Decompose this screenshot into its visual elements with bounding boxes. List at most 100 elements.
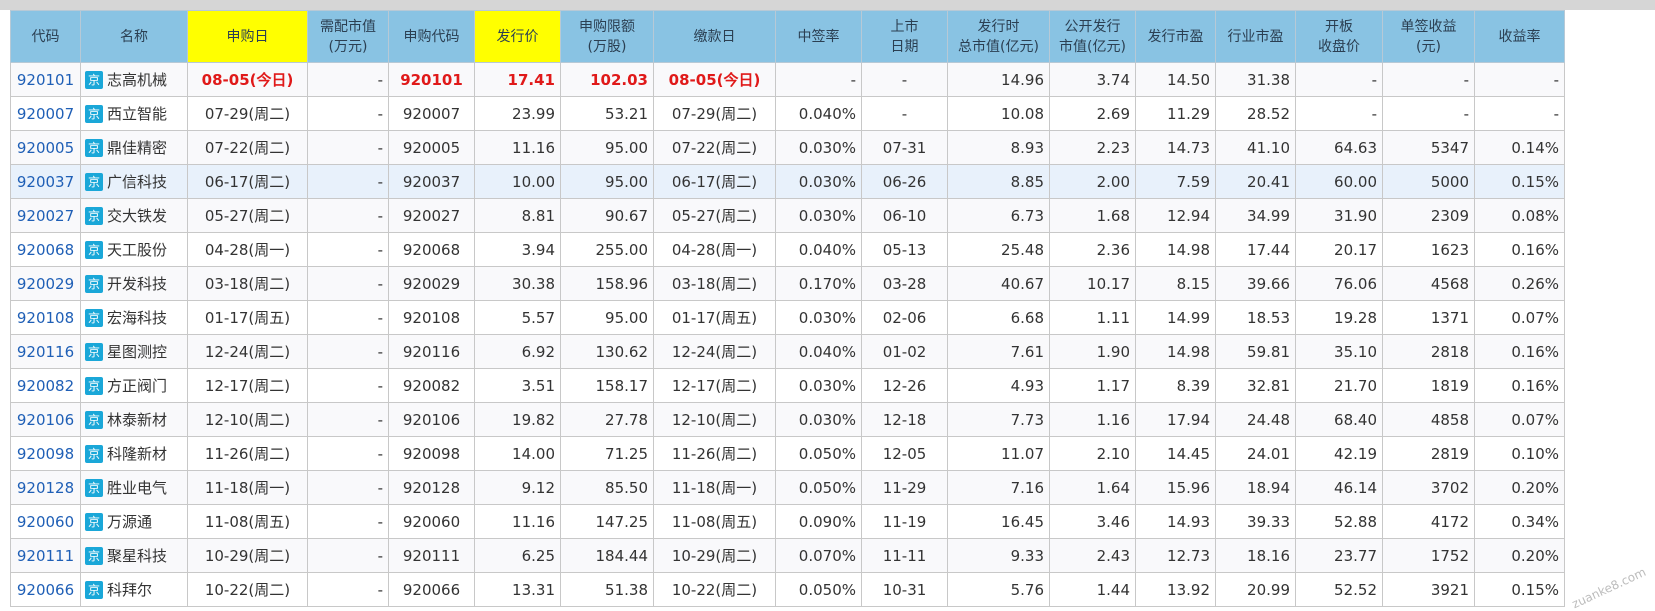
- column-header-win-rate[interactable]: 中签率: [775, 10, 862, 63]
- cell-code: 920005: [10, 130, 81, 165]
- column-header-pay-date[interactable]: 缴款日: [653, 10, 776, 63]
- table-row[interactable]: 920101 京志高机械 08-05(今日) -920101 17.41 102.03 08…: [10, 62, 1565, 97]
- stock-name: 开发科技: [107, 275, 168, 293]
- exchange-badge: 京: [85, 275, 103, 293]
- stock-code-link[interactable]: 920005: [17, 139, 74, 157]
- cell-ind-pe: 18.94: [1215, 470, 1296, 505]
- stock-code-link[interactable]: 920128: [17, 479, 74, 497]
- cell-profit: -: [1382, 96, 1475, 131]
- column-header-name[interactable]: 名称: [80, 10, 188, 63]
- table-row[interactable]: 920116 京星图测控 12-24(周二) -920116 6.92 130.62 12-…: [10, 334, 1565, 369]
- table-row[interactable]: 920027 京交大铁发 05-27(周二) -920027 8.81 90.67 05-2…: [10, 198, 1565, 233]
- table-row[interactable]: 920128 京胜业电气 11-18(周一) -920128 9.12 85.50 11-1…: [10, 470, 1565, 505]
- cell-win-rate: 0.040%: [775, 232, 862, 267]
- column-header-profit[interactable]: 单签收益 (元): [1382, 10, 1475, 63]
- cell-win-rate: -: [775, 62, 862, 97]
- table-row[interactable]: 920066 京科拜尔 10-22(周二) -920066 13.31 51.38 10-2…: [10, 572, 1565, 607]
- cell-sub-date: 12-17(周二): [187, 368, 308, 403]
- table-row[interactable]: 920037 京广信科技 06-17(周二) -920037 10.00 95.00 06-…: [10, 164, 1565, 199]
- table-row[interactable]: 920068 京天工股份 04-28(周一) -920068 3.94 255.00 04-…: [10, 232, 1565, 267]
- stock-code-link[interactable]: 920007: [17, 105, 74, 123]
- stock-name: 科拜尔: [107, 581, 153, 599]
- cell-public-mv: 1.90: [1049, 334, 1136, 369]
- table-header-row: 代码 名称 申购日 需配市值 (万元) 申购代码 发行价 申购限额 (万股) 缴款日 中签率 上市 日期…: [10, 10, 1565, 63]
- column-header-pe[interactable]: 发行市盈: [1135, 10, 1216, 63]
- cell-list-date: 03-28: [861, 266, 948, 301]
- cell-name: 京星图测控: [80, 334, 188, 369]
- stock-name: 林泰新材: [107, 411, 168, 429]
- column-header-price[interactable]: 发行价: [474, 10, 561, 63]
- cell-win-rate: 0.030%: [775, 402, 862, 437]
- stock-code-link[interactable]: 920108: [17, 309, 74, 327]
- cell-need-mv: -: [307, 470, 389, 505]
- cell-need-mv: -: [307, 198, 389, 233]
- stock-code-link[interactable]: 920098: [17, 445, 74, 463]
- cell-sub-code: 920007: [388, 96, 475, 131]
- stock-code-link[interactable]: 920068: [17, 241, 74, 259]
- cell-list-date: 12-18: [861, 402, 948, 437]
- table-row[interactable]: 920082 京方正阀门 12-17(周二) -920082 3.51 158.17 12-…: [10, 368, 1565, 403]
- cell-pe: 15.96: [1135, 470, 1216, 505]
- column-header-limit[interactable]: 申购限额 (万股): [560, 10, 654, 63]
- cell-pay-date: 01-17(周五): [653, 300, 776, 335]
- cell-limit: 71.25: [560, 436, 654, 471]
- column-header-open-price[interactable]: 开板 收盘价: [1295, 10, 1383, 63]
- cell-price: 6.25: [474, 538, 561, 573]
- column-header-need-mv[interactable]: 需配市值 (万元): [307, 10, 389, 63]
- cell-price: 8.81: [474, 198, 561, 233]
- column-header-sub-date[interactable]: 申购日: [187, 10, 308, 63]
- cell-need-mv: -: [307, 62, 389, 97]
- cell-sub-code: 920027: [388, 198, 475, 233]
- cell-public-mv: 10.17: [1049, 266, 1136, 301]
- column-header-total-mv[interactable]: 发行时 总市值(亿元): [947, 10, 1050, 63]
- table-row[interactable]: 920029 京开发科技 03-18(周二) -920029 30.38 158.96 03…: [10, 266, 1565, 301]
- stock-code-link[interactable]: 920106: [17, 411, 74, 429]
- stock-code-link[interactable]: 920066: [17, 581, 74, 599]
- stock-code-link[interactable]: 920037: [17, 173, 74, 191]
- stock-code-link[interactable]: 920027: [17, 207, 74, 225]
- table-row[interactable]: 920060 京万源通 11-08(周五) -920060 11.16 147.25 11-…: [10, 504, 1565, 539]
- table-row[interactable]: 920007 京西立智能 07-29(周二) -920007 23.99 53.21 07-…: [10, 96, 1565, 131]
- table-body: 920101 京志高机械 08-05(今日) -920101 17.41 102.03 08…: [10, 62, 1565, 607]
- column-header-public-mv[interactable]: 公开发行 市值(亿元): [1049, 10, 1136, 63]
- cell-win-rate: 0.170%: [775, 266, 862, 301]
- table-row[interactable]: 920098 京科隆新材 11-26(周二) -920098 14.00 71.25 11-…: [10, 436, 1565, 471]
- cell-ind-pe: 31.38: [1215, 62, 1296, 97]
- cell-pay-date: 07-29(周二): [653, 96, 776, 131]
- stock-code-link[interactable]: 920029: [17, 275, 74, 293]
- stock-code-link[interactable]: 920082: [17, 377, 74, 395]
- cell-need-mv: -: [307, 300, 389, 335]
- cell-list-date: 12-05: [861, 436, 948, 471]
- cell-pe: 17.94: [1135, 402, 1216, 437]
- cell-need-mv: -: [307, 334, 389, 369]
- stock-code-link[interactable]: 920101: [17, 71, 74, 89]
- cell-name: 京林泰新材: [80, 402, 188, 437]
- column-header-list-date[interactable]: 上市 日期: [861, 10, 948, 63]
- column-header-yield[interactable]: 收益率: [1474, 10, 1565, 63]
- cell-code: 920106: [10, 402, 81, 437]
- column-header-code[interactable]: 代码: [10, 10, 81, 63]
- cell-list-date: 11-29: [861, 470, 948, 505]
- stock-code-link[interactable]: 920116: [17, 343, 74, 361]
- table-row[interactable]: 920111 京聚星科技 10-29(周二) -920111 6.25 184.44 10-…: [10, 538, 1565, 573]
- cell-pe: 12.73: [1135, 538, 1216, 573]
- stock-name: 天工股份: [107, 241, 168, 259]
- cell-sub-date: 05-27(周二): [187, 198, 308, 233]
- cell-limit: 53.21: [560, 96, 654, 131]
- exchange-badge: 京: [85, 105, 103, 123]
- column-header-ind-pe[interactable]: 行业市盈: [1215, 10, 1296, 63]
- stock-name: 志高机械: [107, 71, 168, 89]
- cell-need-mv: -: [307, 368, 389, 403]
- table-row[interactable]: 920005 京鼎佳精密 07-22(周二) -920005 11.16 95.00 07-…: [10, 130, 1565, 165]
- column-header-sub-code[interactable]: 申购代码: [388, 10, 475, 63]
- cell-list-date: 11-11: [861, 538, 948, 573]
- table-row[interactable]: 920106 京林泰新材 12-10(周二) -920106 19.82 27.78 12-…: [10, 402, 1565, 437]
- cell-ind-pe: 24.01: [1215, 436, 1296, 471]
- cell-profit: 4568: [1382, 266, 1475, 301]
- stock-code-link[interactable]: 920060: [17, 513, 74, 531]
- cell-price: 11.16: [474, 130, 561, 165]
- cell-sub-code: 920060: [388, 504, 475, 539]
- stock-code-link[interactable]: 920111: [17, 547, 74, 565]
- cell-win-rate: 0.050%: [775, 436, 862, 471]
- table-row[interactable]: 920108 京宏海科技 01-17(周五) -920108 5.57 95.00 01-1…: [10, 300, 1565, 335]
